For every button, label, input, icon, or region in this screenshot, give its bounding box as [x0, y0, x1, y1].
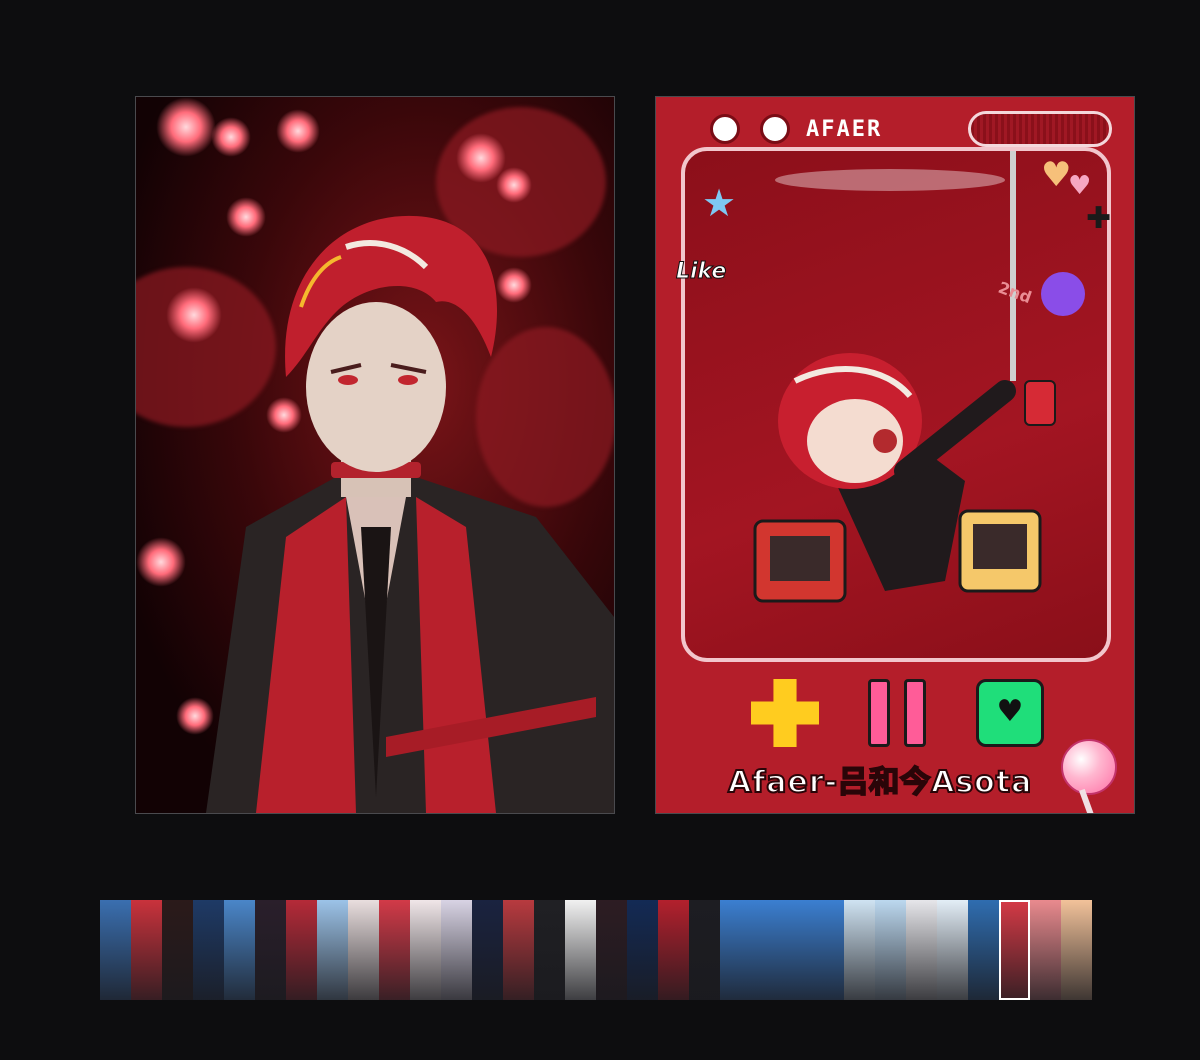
thumbnail[interactable] [503, 900, 534, 1000]
thumbnail[interactable] [999, 900, 1030, 1000]
lollipop-icon [1061, 739, 1117, 795]
thumbnail[interactable] [131, 900, 162, 1000]
thumbnail[interactable] [379, 900, 410, 1000]
thumbnail[interactable] [472, 900, 503, 1000]
thumbnail[interactable] [968, 900, 999, 1000]
heart-icon: ♥ [1041, 155, 1072, 195]
thumbnail[interactable] [875, 900, 906, 1000]
thumbnail[interactable] [751, 900, 782, 1000]
thumbnail[interactable] [782, 900, 813, 1000]
thumbnail[interactable] [317, 900, 348, 1000]
thumbnail[interactable] [193, 900, 224, 1000]
heart-icon: ♥ [1068, 171, 1092, 201]
pause-button[interactable] [868, 679, 930, 747]
like-sticker: Like [675, 259, 727, 285]
thumbnail[interactable] [596, 900, 627, 1000]
thumbnail[interactable] [906, 900, 937, 1000]
thumbnail[interactable] [410, 900, 441, 1000]
thumbnail[interactable] [844, 900, 875, 1000]
right-artwork-card[interactable]: AFAER Like 2nd ★ ♥ ♥ ✚ ♥ Afaer-吕和今Asota [655, 96, 1135, 814]
thumbnail[interactable] [348, 900, 379, 1000]
thumbnail[interactable] [534, 900, 565, 1000]
thumbnail[interactable] [224, 900, 255, 1000]
thumbnail[interactable] [1061, 900, 1092, 1000]
thumbnail[interactable] [627, 900, 658, 1000]
power-icon [710, 114, 740, 144]
character-illustration [206, 215, 614, 813]
thumbnail[interactable] [100, 900, 131, 1000]
nameplate: Afaer-吕和今Asota [727, 764, 1033, 801]
thumbnail[interactable] [937, 900, 968, 1000]
card-header: AFAER [678, 111, 1112, 147]
slash-icon [760, 114, 790, 144]
plus-icon: ✚ [1086, 201, 1112, 236]
thumbnail[interactable] [286, 900, 317, 1000]
thumbnail[interactable] [1030, 900, 1061, 1000]
thumbnail[interactable] [565, 900, 596, 1000]
thumbnail[interactable] [689, 900, 720, 1000]
purple-blob-sticker [1041, 272, 1085, 316]
chibi-character [753, 353, 1056, 603]
thumbnail-strip [100, 900, 1094, 1000]
thumbnail[interactable] [720, 900, 751, 1000]
thumbnail[interactable] [813, 900, 844, 1000]
card-screen [681, 147, 1111, 662]
heart-button[interactable]: ♥ [976, 679, 1044, 747]
left-artwork[interactable] [135, 96, 615, 814]
dpad-plus-button[interactable] [751, 679, 819, 747]
speaker-grill [968, 111, 1112, 147]
thumbnail[interactable] [441, 900, 472, 1000]
star-icon: ★ [702, 181, 737, 225]
thumbnail[interactable] [162, 900, 193, 1000]
brand-logo: AFAER [806, 117, 883, 142]
thumbnail[interactable] [255, 900, 286, 1000]
thumbnail[interactable] [658, 900, 689, 1000]
